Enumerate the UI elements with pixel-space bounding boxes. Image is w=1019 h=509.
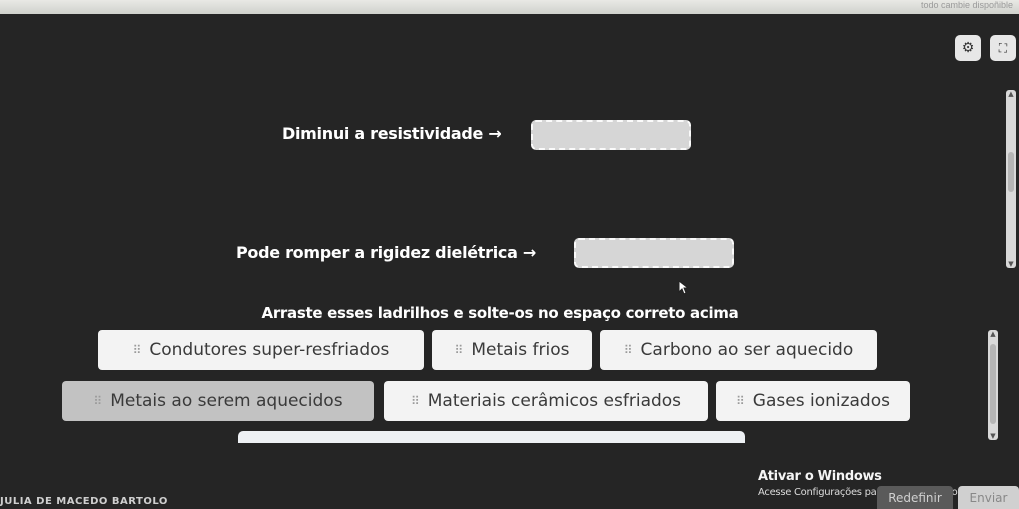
scroll-thumb[interactable] [1008,152,1014,192]
tile-gases-ionizados[interactable]: ⠿ Gases ionizados [716,381,910,421]
tile-bank-bottom-bar [238,431,745,443]
tile-metais-frios[interactable]: ⠿ Metais frios [432,330,592,370]
drop-zone-dielectric[interactable] [574,238,734,268]
submit-button[interactable]: Enviar [958,486,1019,509]
reset-button[interactable]: Redefinir [877,486,953,509]
gear-icon: ⚙ [961,40,975,56]
prompt-label-dielectric: Pode romper a rigidez dielétrica → [236,243,536,262]
drop-zone-resistivity[interactable] [531,120,691,150]
settings-button[interactable]: ⚙ [955,35,981,61]
instruction-text: Arraste esses ladrilhos e solte-os no es… [261,304,739,322]
tile-carbono-ao-ser-aquecido[interactable]: ⠿ Carbono ao ser aquecido [600,330,877,370]
top-strip-text: todo cambie dispoñible [920,0,1013,10]
tile-label: Materiais cerâmicos esfriados [427,391,682,411]
scroll-up-arrow-icon[interactable]: ▲ [1006,90,1016,98]
tiles-scrollbar[interactable]: ▲ ▼ [988,330,998,440]
scroll-down-arrow-icon[interactable]: ▼ [988,432,998,440]
fullscreen-button[interactable]: ⛶ [990,35,1016,61]
drag-handle-icon: ⠿ [410,394,420,408]
fullscreen-icon: ⛶ [998,40,1008,55]
drag-handle-icon: ⠿ [623,343,633,357]
drag-handle-icon: ⠿ [454,343,464,357]
scroll-up-arrow-icon[interactable]: ▲ [988,330,998,338]
browser-top-strip: todo cambie dispoñible [0,0,1019,14]
student-name: JULIA DE MACEDO BARTOLO [0,496,168,507]
tile-metais-ao-serem-aquecidos[interactable]: ⠿ Metais ao serem aquecidos [62,381,374,421]
tile-label: Gases ionizados [752,391,890,411]
drag-handle-icon: ⠿ [132,343,142,357]
tile-label: Carbono ao ser aquecido [640,340,854,360]
prompt-scrollbar[interactable]: ▲ ▼ [1006,90,1016,268]
prompt-label-resistivity: Diminui a resistividade → [282,124,502,143]
drag-handle-icon: ⠿ [736,394,745,408]
tile-label: Condutores super-resfriados [149,340,390,360]
tile-condutores-super-resfriados[interactable]: ⠿ Condutores super-resfriados [98,330,424,370]
mouse-cursor-icon [678,280,690,295]
tile-materiais-ceramicos-esfriados[interactable]: ⠿ Materiais cerâmicos esfriados [384,381,708,421]
tile-label: Metais ao serem aquecidos [110,391,343,411]
windows-activation-title: Ativar o Windows [758,469,882,484]
drag-handle-icon: ⠿ [93,394,103,408]
scroll-thumb[interactable] [990,344,996,424]
tile-label: Metais frios [471,340,570,360]
scroll-down-arrow-icon[interactable]: ▼ [1006,260,1016,268]
